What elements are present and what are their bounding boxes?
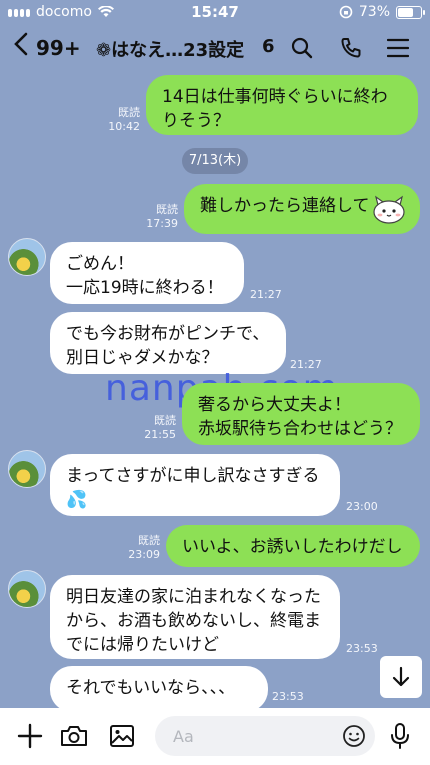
scroll-to-bottom-button[interactable] [380,656,422,698]
message-time: 23:09 [128,548,160,561]
add-button[interactable] [12,718,48,754]
battery-icon [396,5,425,19]
message-text: 奢るから大丈夫よ！ 赤坂駅待ち合わせはどう？ [198,395,402,439]
read-receipt: 既読 [118,106,140,119]
message-meta: 既読 10:42 [100,106,140,134]
voice-input-button[interactable] [382,718,418,754]
message-input-bar [0,708,430,765]
message-text: 難しかったら連絡して [200,196,370,216]
message-text: 明日友達の家に泊まれなくなったから、お酒も飲めないし、終電までには帰りたいけど [66,587,321,655]
status-bar: docomo 15:47 73% [0,0,430,24]
image-button[interactable] [104,718,140,754]
message-meta: 既読 17:39 [138,203,178,231]
camera-button[interactable] [56,718,92,754]
date-separator: 7/13(木) [182,148,248,174]
message-text: まってさすがに申し訳なさすぎる 💦 [66,466,320,510]
call-button[interactable] [335,32,367,64]
arrow-down-icon [392,666,410,687]
plus-icon [17,723,43,749]
message-meta: 既読 21:55 [136,414,176,442]
message-text: それでもいいなら、、、 [66,678,236,698]
rotation-lock-icon [339,5,353,19]
contact-avatar[interactable] [8,238,46,276]
message-text: 14日は仕事何時ぐらいに終わりそう？ [162,87,388,131]
read-receipt: 既読 [156,203,178,216]
search-icon [291,37,313,59]
message-time: 23:00 [346,500,378,513]
back-button[interactable] [14,32,28,62]
member-count: 6 [262,36,275,57]
chevron-left-icon [14,32,28,56]
message-time: 23:53 [346,642,378,655]
menu-button[interactable] [382,32,414,64]
unread-count[interactable]: 99+ [36,36,81,60]
cat-emoji-icon [373,195,405,224]
message-bubble[interactable]: 14日は仕事何時ぐらいに終わりそう？ [146,75,418,135]
message-time: 21:27 [250,288,282,301]
message-time: 23:53 [272,690,304,703]
battery-percent: 73% [358,4,390,20]
message-time: 10:42 [108,120,140,133]
emoji-icon[interactable] [342,724,366,748]
read-receipt: 既読 [138,534,160,547]
message-text: いいよ、お誘いしたわけだし [182,537,403,557]
contact-avatar[interactable] [8,570,46,608]
image-icon [110,725,134,747]
message-bubble[interactable]: 明日友達の家に泊まれなくなったから、お酒も飲めないし、終電までには帰りたいけど [50,575,340,659]
camera-icon [61,726,87,746]
search-button[interactable] [286,32,318,64]
message-time: 17:39 [146,217,178,230]
message-bubble[interactable]: それでもいいなら、、、 [50,666,268,712]
message-text: でも今お財布がピンチで、 別日じゃダメかな？ [66,324,270,368]
read-receipt: 既読 [154,414,176,427]
chat-title[interactable]: ❁はなえ…23設定 [96,36,244,62]
message-text: ごめん！ 一応19時に終わる！ [66,254,224,298]
microphone-icon [391,723,409,749]
message-bubble[interactable]: いいよ、お誘いしたわけだし [166,525,420,567]
message-time: 21:55 [144,428,176,441]
phone-icon [341,38,361,58]
message-bubble[interactable]: まってさすがに申し訳なさすぎる 💦 [50,454,340,516]
message-bubble[interactable]: 奢るから大丈夫よ！ 赤坂駅待ち合わせはどう？ [182,383,420,445]
message-bubble[interactable]: ごめん！ 一応19時に終わる！ [50,242,244,304]
message-bubble[interactable]: でも今お財布がピンチで、 別日じゃダメかな？ [50,312,286,374]
contact-avatar[interactable] [8,450,46,488]
chat-header: 99+ ❁はなえ…23設定 6 [0,26,430,70]
message-meta: 既読 23:09 [120,534,160,562]
hamburger-menu-icon [387,38,409,58]
